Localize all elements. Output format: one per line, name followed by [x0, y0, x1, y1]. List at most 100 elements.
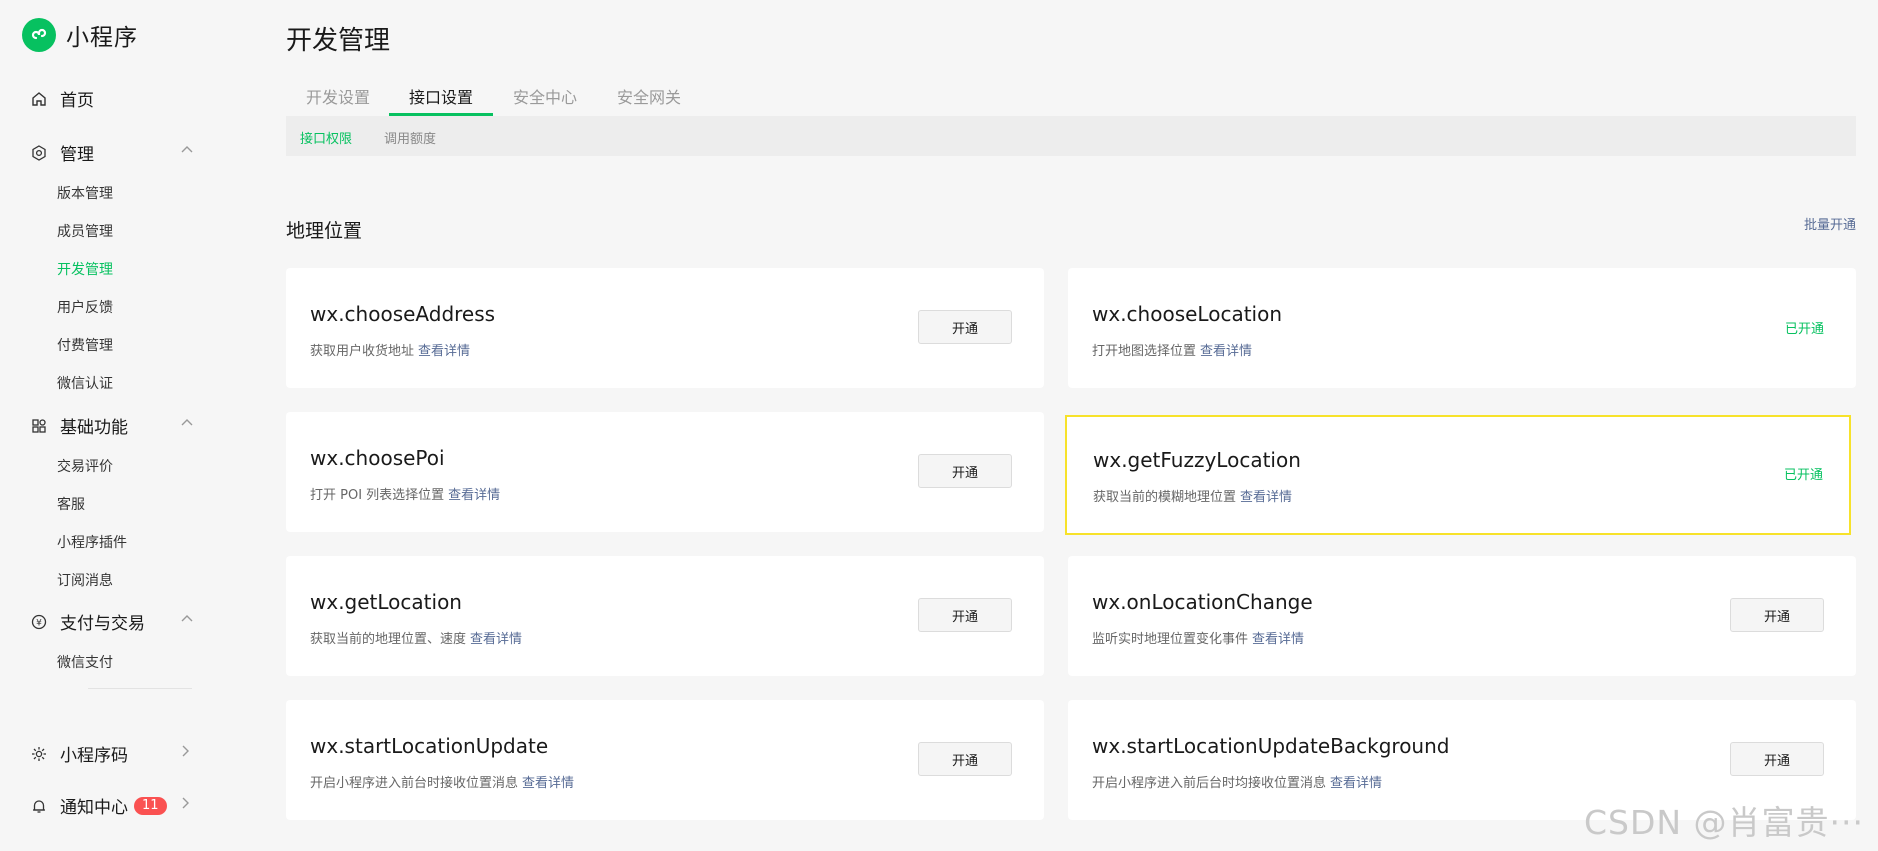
sidebar-group-label: 支付与交易 — [60, 614, 145, 634]
api-desc: 获取当前的模糊地理位置 查看详情 — [1093, 486, 1292, 505]
sidebar: 小程序 首页 管理 版本管理 成员管理 开发管理 用户反馈 付费管理 微信认证 … — [0, 0, 230, 851]
view-details-link[interactable]: 查看详情 — [418, 344, 470, 359]
sidebar-item-qrcode[interactable]: 小程序码 — [30, 741, 189, 766]
view-details-link[interactable]: 查看详情 — [448, 488, 500, 503]
subtab-bar: 接口权限 调用额度 — [286, 116, 1856, 156]
yen-icon: ¥ — [30, 613, 48, 631]
sidebar-item-subscribe[interactable]: 订阅消息 — [57, 570, 113, 590]
api-desc-text: 监听实时地理位置变化事件 — [1092, 632, 1249, 647]
sun-icon — [30, 745, 48, 763]
enable-button[interactable]: 开通 — [918, 742, 1012, 776]
sidebar-item-label: 小程序码 — [60, 746, 128, 766]
sidebar-item-payment-manage[interactable]: 付费管理 — [57, 335, 113, 355]
grid-icon — [30, 417, 48, 435]
api-desc: 开启小程序进入前后台时均接收位置消息 查看详情 — [1092, 772, 1382, 791]
chevron-up-icon[interactable] — [180, 611, 194, 631]
enable-button[interactable]: 开通 — [1730, 598, 1824, 632]
api-card: wx.choosePoi 打开 POI 列表选择位置 查看详情 开通 — [286, 412, 1044, 532]
sidebar-item-label: 通知中心 — [60, 798, 128, 818]
enable-button[interactable]: 开通 — [918, 598, 1012, 632]
section-title: 地理位置 — [286, 220, 363, 242]
api-card: wx.chooseAddress 获取用户收货地址 查看详情 开通 — [286, 268, 1044, 388]
api-name: wx.chooseAddress — [310, 302, 496, 326]
brand[interactable]: 小程序 — [22, 18, 138, 52]
enable-button[interactable]: 开通 — [918, 310, 1012, 344]
api-card: wx.getLocation 获取当前的地理位置、速度 查看详情 开通 — [286, 556, 1044, 676]
chevron-right-icon — [178, 795, 192, 815]
sidebar-item-feedback[interactable]: 用户反馈 — [57, 297, 113, 317]
sidebar-item-plugins[interactable]: 小程序插件 — [57, 532, 127, 552]
notification-badge: 11 — [134, 796, 167, 815]
settings-icon — [30, 144, 48, 162]
chevron-right-icon — [178, 743, 192, 763]
sidebar-item-version[interactable]: 版本管理 — [57, 183, 113, 203]
sidebar-item-wechat-pay[interactable]: 微信支付 — [57, 652, 113, 672]
enabled-status: 已开通 — [1783, 468, 1823, 483]
api-name: wx.choosePoi — [310, 446, 445, 470]
chevron-up-icon[interactable] — [180, 142, 194, 162]
api-desc: 打开地图选择位置 查看详情 — [1092, 340, 1252, 359]
view-details-link[interactable]: 查看详情 — [1330, 776, 1382, 791]
api-name: wx.onLocationChange — [1092, 590, 1313, 614]
watermark: CSDN @肖富贵··· — [1583, 803, 1864, 842]
tab-bar: 开发设置 接口设置 安全中心 安全网关 — [286, 72, 1856, 117]
enable-button[interactable]: 开通 — [1730, 742, 1824, 776]
view-details-link[interactable]: 查看详情 — [1240, 490, 1292, 505]
api-desc-text: 打开 POI 列表选择位置 — [310, 488, 445, 503]
view-details-link[interactable]: 查看详情 — [1252, 632, 1304, 647]
tab-security-center[interactable]: 安全中心 — [513, 84, 577, 108]
view-details-link[interactable]: 查看详情 — [470, 632, 522, 647]
sidebar-divider — [88, 688, 192, 689]
view-details-link[interactable]: 查看详情 — [1200, 344, 1252, 359]
api-desc-text: 打开地图选择位置 — [1092, 344, 1197, 359]
api-desc-text: 开启小程序进入前台时接收位置消息 — [310, 776, 519, 791]
subtab-call-quota[interactable]: 调用额度 — [384, 128, 436, 147]
brand-name: 小程序 — [66, 25, 138, 51]
bell-icon — [30, 797, 48, 815]
sidebar-group-label: 基础功能 — [60, 418, 128, 438]
tab-dev-settings[interactable]: 开发设置 — [306, 84, 370, 108]
sidebar-group-label: 管理 — [60, 145, 94, 165]
api-desc-text: 获取当前的模糊地理位置 — [1093, 490, 1237, 505]
sidebar-item-trade-review[interactable]: 交易评价 — [57, 456, 113, 476]
api-desc-text: 获取当前的地理位置、速度 — [310, 632, 467, 647]
sidebar-item-dev-manage[interactable]: 开发管理 — [57, 259, 113, 279]
sidebar-item-members[interactable]: 成员管理 — [57, 221, 113, 241]
sidebar-item-notifications[interactable]: 通知中心 11 — [30, 793, 189, 818]
api-card-highlighted: wx.getFuzzyLocation 获取当前的模糊地理位置 查看详情 已开通 — [1065, 415, 1851, 535]
api-desc: 监听实时地理位置变化事件 查看详情 — [1092, 628, 1304, 647]
tab-security-gateway[interactable]: 安全网关 — [617, 84, 681, 108]
api-card: wx.chooseLocation 打开地图选择位置 查看详情 已开通 — [1068, 268, 1856, 388]
svg-text:¥: ¥ — [36, 618, 42, 628]
home-icon — [30, 90, 48, 108]
api-name: wx.startLocationUpdate — [310, 734, 549, 758]
sidebar-group-basic[interactable]: 基础功能 — [30, 413, 193, 438]
enable-button[interactable]: 开通 — [918, 454, 1012, 488]
sidebar-group-payment[interactable]: ¥ 支付与交易 — [30, 609, 193, 634]
sidebar-item-wechat-verify[interactable]: 微信认证 — [57, 373, 113, 393]
sidebar-group-manage[interactable]: 管理 — [30, 140, 193, 165]
view-details-link[interactable]: 查看详情 — [522, 776, 574, 791]
tab-api-settings[interactable]: 接口设置 — [409, 84, 473, 108]
sidebar-item-home[interactable]: 首页 — [30, 86, 94, 111]
batch-enable-link[interactable]: 批量开通 — [1804, 214, 1856, 233]
subtab-api-permissions[interactable]: 接口权限 — [300, 128, 352, 147]
api-desc: 获取用户收货地址 查看详情 — [310, 340, 470, 359]
api-desc: 获取当前的地理位置、速度 查看详情 — [310, 628, 522, 647]
api-name: wx.getLocation — [310, 590, 462, 614]
miniprogram-logo-icon — [22, 18, 56, 52]
api-name: wx.chooseLocation — [1092, 302, 1283, 326]
api-card: wx.onLocationChange 监听实时地理位置变化事件 查看详情 开通 — [1068, 556, 1856, 676]
api-desc: 打开 POI 列表选择位置 查看详情 — [310, 484, 500, 503]
sidebar-item-customer-service[interactable]: 客服 — [57, 494, 85, 514]
api-desc: 开启小程序进入前台时接收位置消息 查看详情 — [310, 772, 574, 791]
api-desc-text: 开启小程序进入前后台时均接收位置消息 — [1092, 776, 1327, 791]
api-card: wx.startLocationUpdate 开启小程序进入前台时接收位置消息查… — [286, 700, 1044, 820]
sidebar-item-label: 首页 — [60, 91, 94, 111]
api-name: wx.getFuzzyLocation — [1093, 448, 1301, 472]
chevron-up-icon[interactable] — [180, 415, 194, 435]
page-title: 开发管理 — [286, 26, 391, 56]
enabled-status: 已开通 — [1784, 322, 1824, 337]
api-name: wx.startLocationUpdateBackground — [1092, 734, 1450, 758]
api-desc-text: 获取用户收货地址 — [310, 344, 415, 359]
